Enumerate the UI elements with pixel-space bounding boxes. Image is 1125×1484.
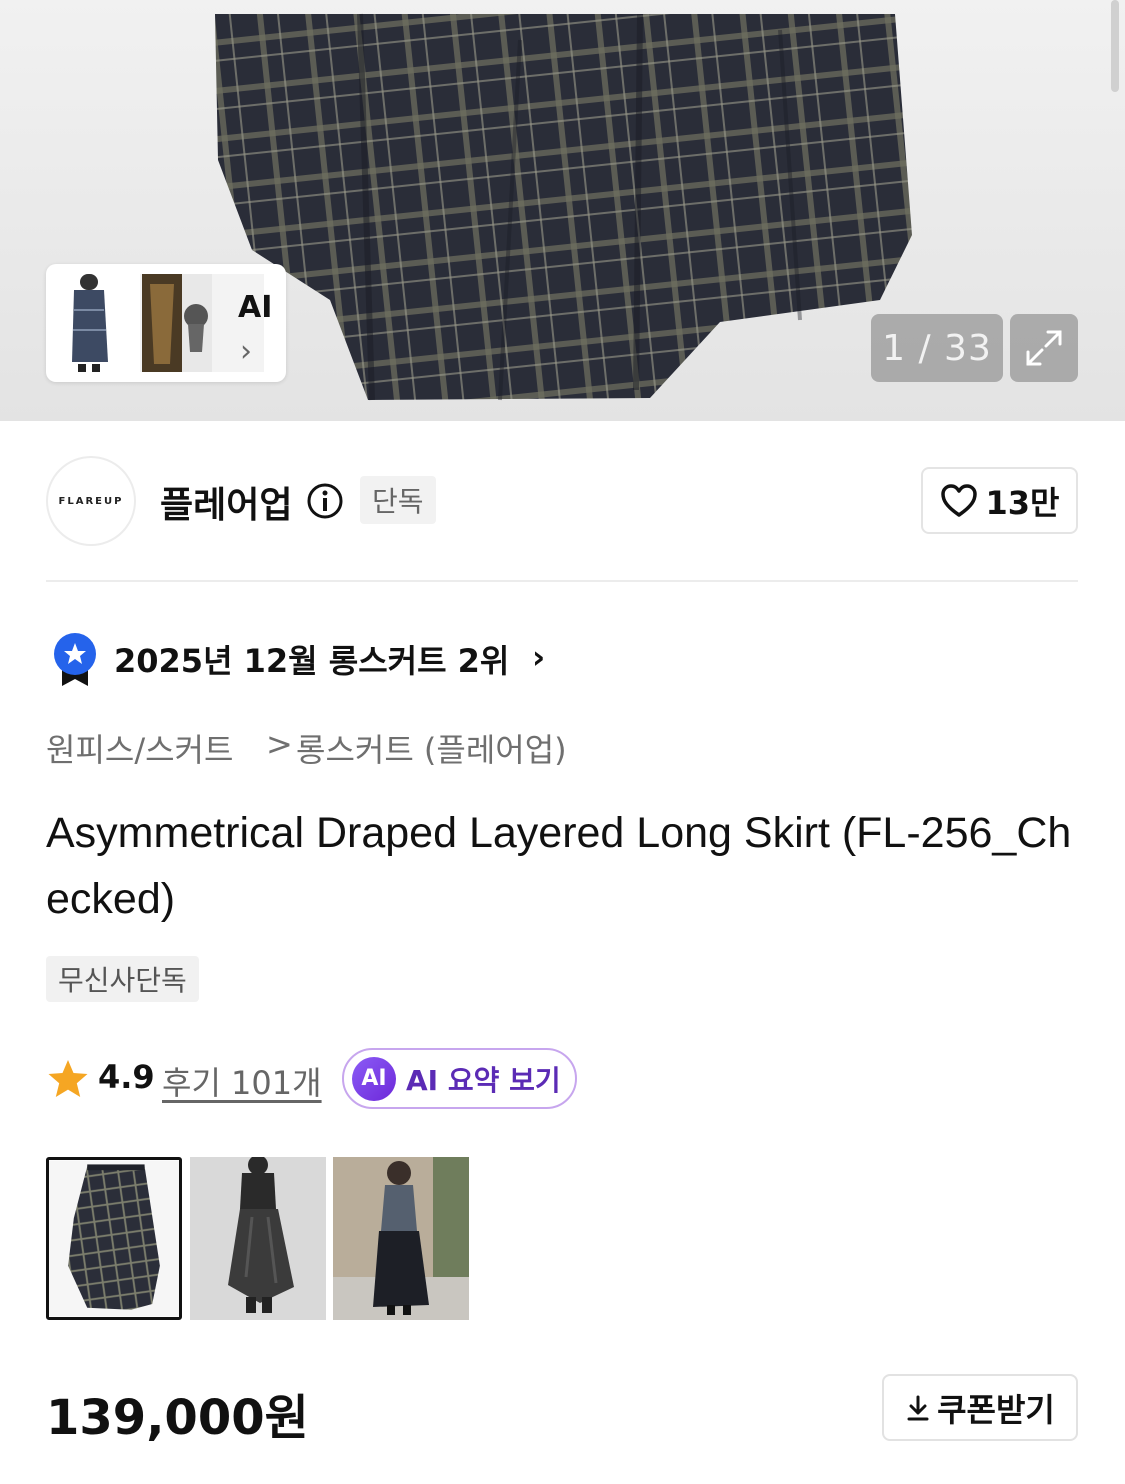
product-title: Asymmetrical Draped Layered Long Skirt (…	[46, 809, 1072, 923]
product-thumbnail[interactable]	[190, 1157, 326, 1320]
download-icon	[907, 1395, 929, 1420]
breadcrumb-subcategory[interactable]: 롱스커트 (플레어업)	[296, 725, 567, 771]
product-price: 139,000원	[46, 1390, 309, 1446]
coupon-button[interactable]: 쿠폰받기	[882, 1374, 1078, 1441]
heart-icon	[940, 483, 977, 517]
ai-badge: AI	[352, 1056, 396, 1101]
chevron-right-icon: ›	[240, 334, 252, 369]
product-thumbnail[interactable]	[46, 1157, 182, 1320]
thumbnail-image	[190, 1157, 326, 1320]
ai-thumb-model	[52, 270, 128, 376]
info-icon[interactable]	[306, 482, 344, 520]
ai-summary-button[interactable]: AI AI 요약 보기	[342, 1048, 577, 1109]
exclusive-badge: 단독	[360, 476, 436, 524]
ai-summary-label: AI 요약 보기	[406, 1063, 561, 1097]
brand-logo[interactable]: FLAREUP	[46, 456, 136, 546]
expand-button[interactable]	[1010, 314, 1078, 382]
divider	[46, 580, 1078, 582]
star-icon	[48, 1060, 88, 1097]
reviews-link[interactable]: 후기 101개	[162, 1058, 322, 1104]
product-thumbnail[interactable]	[333, 1157, 469, 1320]
breadcrumb-category[interactable]: 원피스/스커트	[46, 725, 233, 771]
product-image-gallery[interactable]: AI › 1 / 33	[0, 0, 1125, 421]
thumbnail-image	[49, 1160, 179, 1317]
image-counter: 1 / 33	[871, 314, 1003, 382]
exclusive-tag: 무신사단독	[46, 956, 199, 1002]
chevron-right-icon[interactable]: ›	[532, 638, 545, 676]
ranking-link[interactable]: 2025년 12월 롱스커트 2위	[114, 636, 509, 682]
ai-styling-card[interactable]: AI ›	[46, 264, 286, 382]
scrollbar[interactable]	[1111, 0, 1119, 92]
brand-name[interactable]: 플레어업	[160, 476, 292, 528]
expand-icon	[1026, 330, 1062, 366]
breadcrumb-separator: >	[266, 725, 293, 763]
rating-score: 4.9	[98, 1058, 155, 1096]
like-count: 13만	[985, 483, 1060, 522]
ai-label: AI	[238, 290, 273, 325]
coupon-label: 쿠폰받기	[937, 1390, 1055, 1429]
like-button[interactable]: 13만	[921, 467, 1078, 534]
ranking-medal-icon	[54, 633, 96, 686]
thumbnail-image	[333, 1157, 469, 1320]
